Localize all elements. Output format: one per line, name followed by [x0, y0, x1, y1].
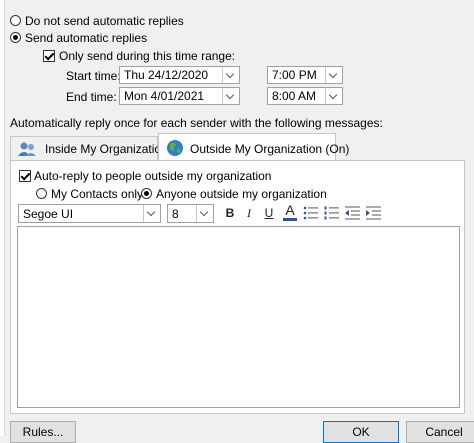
- left-window-edge: [0, 0, 5, 436]
- start-time-label: Start time:: [66, 69, 121, 83]
- font-color-bar: [283, 218, 297, 221]
- tab-inside-organization[interactable]: Inside My Organization: [10, 136, 168, 160]
- end-date-value: Mon 4/01/2021: [124, 89, 205, 103]
- no-auto-reply-radio[interactable]: [10, 15, 21, 26]
- rules-button[interactable]: Rules...: [10, 421, 76, 443]
- send-auto-reply-radio[interactable]: [10, 32, 21, 43]
- cancel-button[interactable]: Cancel: [406, 421, 474, 443]
- chevron-down-icon[interactable]: [222, 67, 239, 83]
- start-date-value: Thu 24/12/2020: [124, 68, 209, 82]
- font-name-value: Segoe UI: [23, 207, 74, 221]
- font-color-button[interactable]: A: [281, 201, 299, 221]
- start-date-combo[interactable]: Thu 24/12/2020: [119, 66, 240, 84]
- auto-reply-outside-checkbox[interactable]: [19, 170, 31, 182]
- no-auto-reply-label: Do not send automatic replies: [25, 14, 184, 28]
- chevron-down-icon[interactable]: [143, 205, 160, 222]
- message-editor[interactable]: [17, 226, 460, 408]
- font-size-value: 8: [172, 207, 179, 221]
- bold-button[interactable]: B: [221, 204, 239, 222]
- time-range-label: Only send during this time range:: [59, 49, 236, 63]
- tab-inside-label: Inside My Organization: [45, 142, 168, 156]
- send-auto-reply-label: Send automatic replies: [25, 31, 148, 45]
- tab-outside-organization[interactable]: Outside My Organization (On): [158, 133, 349, 161]
- italic-button[interactable]: I: [240, 204, 258, 222]
- time-range-checkbox[interactable]: [43, 50, 55, 62]
- decrease-indent-icon[interactable]: [345, 206, 361, 220]
- globe-icon: [167, 140, 183, 156]
- chevron-down-icon[interactable]: [222, 88, 239, 104]
- end-time-label: End time:: [66, 90, 117, 104]
- people-icon: [18, 142, 36, 156]
- contacts-only-radio[interactable]: [36, 188, 47, 199]
- start-time-value: 7:00 PM: [272, 68, 317, 82]
- chevron-down-icon[interactable]: [325, 67, 342, 83]
- anyone-outside-label: Anyone outside my organization: [156, 187, 327, 201]
- end-date-combo[interactable]: Mon 4/01/2021: [119, 87, 240, 105]
- underline-button[interactable]: U: [260, 204, 278, 222]
- font-name-combo[interactable]: Segoe UI: [18, 204, 161, 223]
- font-size-combo[interactable]: 8: [167, 204, 214, 223]
- auto-reply-outside-label: Auto-reply to people outside my organiza…: [34, 169, 272, 183]
- increase-indent-icon[interactable]: [366, 206, 382, 220]
- chevron-down-icon[interactable]: [196, 205, 213, 222]
- end-time-value: 8:00 AM: [272, 89, 317, 103]
- reply-note: Automatically reply once for each sender…: [10, 116, 383, 130]
- contacts-only-label: My Contacts only: [51, 187, 144, 201]
- start-time-combo[interactable]: 7:00 PM: [267, 66, 343, 84]
- numbering-icon[interactable]: [324, 206, 340, 220]
- bullets-icon[interactable]: [303, 206, 319, 220]
- chevron-down-icon[interactable]: [325, 88, 342, 104]
- ok-button[interactable]: OK: [323, 421, 399, 443]
- font-color-letter: A: [285, 202, 295, 218]
- end-time-combo[interactable]: 8:00 AM: [267, 87, 343, 105]
- anyone-outside-radio[interactable]: [141, 188, 152, 199]
- tab-outside-label: Outside My Organization (On): [190, 142, 350, 156]
